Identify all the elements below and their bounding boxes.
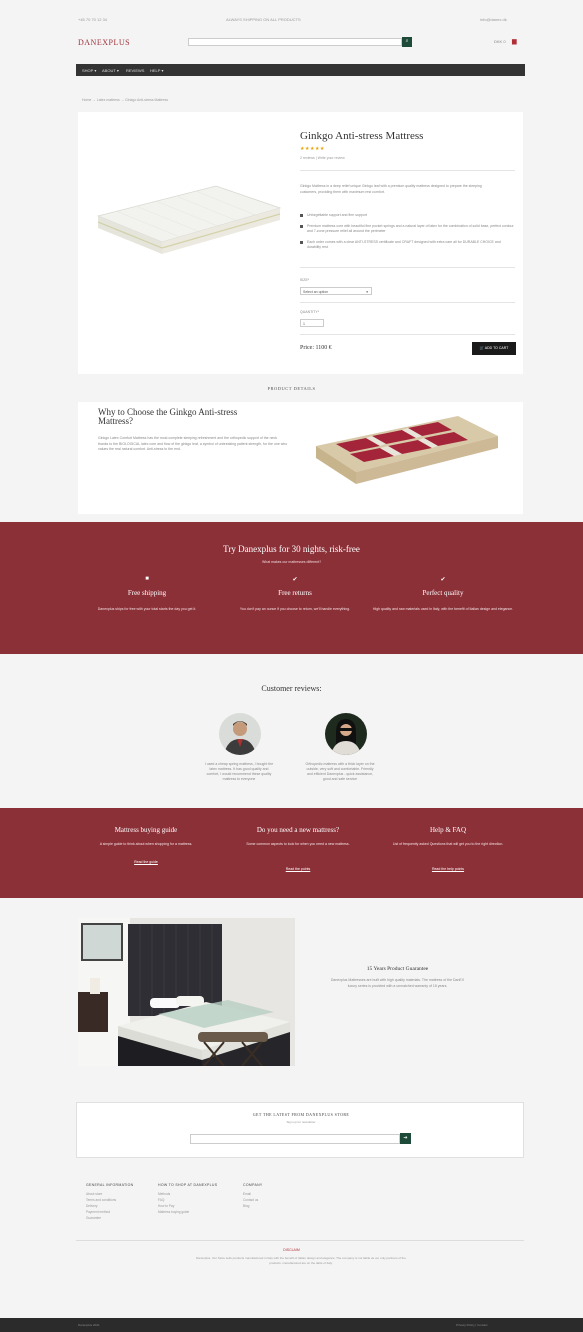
- trial-subtitle: What makes our mattresses different?: [261, 560, 322, 564]
- footer-column-heading: HOW TO SHOP AT DANEXPLUS: [158, 1183, 218, 1187]
- disclaimer-title: DISCLAIM: [283, 1248, 300, 1252]
- footer-link[interactable]: Guarantee: [86, 1216, 101, 1220]
- footer-link[interactable]: How to Pay: [158, 1204, 174, 1208]
- cart-icon[interactable]: ▆: [512, 38, 517, 45]
- guarantee-title: 15 Years Product Guarantee: [366, 966, 429, 972]
- size-select[interactable]: Select an option ▾: [300, 287, 372, 295]
- read-points-link[interactable]: Read the points: [218, 867, 378, 871]
- newsletter-submit-button[interactable]: ➔: [400, 1133, 411, 1144]
- product-title: Ginkgo Anti-stress Mattress: [300, 130, 424, 142]
- product-price: Price: 1100 €: [300, 345, 332, 351]
- read-guide-link[interactable]: Read the guide: [66, 860, 226, 864]
- check-icon: ✔: [440, 577, 446, 583]
- mattress-cutaway-image: [316, 416, 498, 484]
- why-text: Ginkgo Latex Comfort Mattress has the mo…: [98, 436, 288, 451]
- size-label: SIZE*: [300, 278, 310, 282]
- guide-title: Help & FAQ: [429, 826, 467, 834]
- footer-link[interactable]: Delivery: [86, 1204, 98, 1208]
- feature-bullet: Each order comes with a clear ANTI-STRES…: [300, 240, 515, 249]
- search-button[interactable]: ⌕: [402, 37, 412, 47]
- disclaimer-text: Danexplus. Our Store sells products manu…: [196, 1256, 406, 1265]
- arrow-right-icon: ➔: [403, 1136, 408, 1141]
- breadcrumb[interactable]: Home → Latex mattress → Ginkgo Anti-stre…: [82, 98, 168, 102]
- product-description: Ginkgo Mattress in a deep relief unique …: [300, 184, 482, 194]
- footer-link[interactable]: FAQ: [158, 1198, 164, 1202]
- bottom-links[interactable]: Privacy Policy | Contact: [456, 1323, 487, 1327]
- guide-title: Do you need a new mattress?: [256, 826, 340, 834]
- trial-title: Try Danexplus for 30 nights, risk-free: [223, 544, 360, 554]
- review-text: I used a cheap spring mattress, I bought…: [204, 762, 274, 781]
- footer-column-heading: GENERAL INFORMATION: [86, 1183, 134, 1187]
- nav-item-reviews[interactable]: REVIEWS: [126, 68, 144, 73]
- divider: [300, 170, 515, 171]
- guides-band: Mattress buying guide A simple guide to …: [0, 808, 583, 898]
- feature-title: Free shipping: [127, 589, 167, 597]
- footer-column-heading: COMPANY: [243, 1183, 263, 1187]
- newsletter-email-input[interactable]: [190, 1134, 400, 1144]
- chevron-down-icon: ▾: [366, 289, 368, 294]
- why-title: Why to Choose the Ginkgo Anti-stress Mat…: [98, 407, 238, 426]
- size-select-value: Select an option: [303, 289, 329, 294]
- footer-link[interactable]: Email: [243, 1192, 251, 1196]
- main-nav: SHOP ▾ ABOUT ▾ REVIEWS HELP ▾: [76, 64, 525, 76]
- nav-item-about[interactable]: ABOUT ▾: [102, 68, 119, 73]
- copyright: Danexplus 2021: [78, 1323, 100, 1327]
- feature-title: Free returns: [278, 589, 312, 597]
- why-choose-card: Why to Choose the Ginkgo Anti-stress Mat…: [78, 402, 523, 514]
- divider: [300, 267, 515, 268]
- quantity-label: QUANTITY*: [300, 310, 320, 314]
- guide-text: A simple guide to think about when shopp…: [99, 842, 193, 846]
- divider: [300, 334, 515, 335]
- footer-link[interactable]: Mattress buying guide: [158, 1210, 189, 1214]
- email-link[interactable]: info@danex.dk: [480, 17, 507, 22]
- guarantee-text: Danexplus Mattresses are built with high…: [330, 978, 465, 988]
- feature-text: You don't pay an ounce if you choose to …: [239, 607, 351, 611]
- add-to-cart-label: ADD TO CART: [484, 346, 509, 350]
- footer-link[interactable]: About store: [86, 1192, 102, 1196]
- footer-divider: [76, 1240, 524, 1241]
- avatar: [325, 713, 367, 755]
- nav-item-help[interactable]: HELP ▾: [150, 68, 164, 73]
- feature-text: High quality and raw materials used in I…: [372, 607, 514, 611]
- shipping-notice: ALWAYS SHIPPING ON ALL PRODUCTS: [226, 17, 301, 22]
- guide-text: List of frequently asked Questions that …: [392, 842, 504, 846]
- footer-link[interactable]: Terms and conditions: [86, 1198, 116, 1202]
- avatar: [219, 713, 261, 755]
- feature-text: Danexplus ships for free with your total…: [97, 607, 197, 611]
- divider: [300, 302, 515, 303]
- feature-bullet: Premium mattress core with beautiful fin…: [300, 224, 515, 233]
- feature-bullet: Unforgettable support and firm support: [300, 213, 515, 218]
- feature-title: Perfect quality: [422, 589, 464, 597]
- guide-text: Some common aspects to look for when you…: [246, 842, 350, 846]
- bottom-bar: Danexplus 2021 Privacy Policy | Contact: [0, 1318, 583, 1332]
- truck-icon: ■: [145, 576, 149, 582]
- review-text: Orthopedic mattress with a thick layer o…: [305, 762, 375, 781]
- rating-stars: ★★★★★: [300, 147, 325, 152]
- mattress-image: [96, 185, 282, 254]
- footer-link[interactable]: Contact us: [243, 1198, 258, 1202]
- newsletter-subtitle: Sign up for newsletter: [286, 1120, 316, 1124]
- guide-title: Mattress buying guide: [114, 826, 178, 834]
- newsletter-title: GET THE LATEST FROM DANEXPLUS STORE: [252, 1112, 350, 1117]
- nav-item-shop[interactable]: SHOP ▾: [82, 68, 96, 73]
- product-card: Ginkgo Anti-stress Mattress ★★★★★ 2 revi…: [78, 112, 523, 374]
- cart-total[interactable]: DKK 0: [494, 39, 506, 44]
- bedroom-image: [78, 918, 295, 1066]
- newsletter-box: GET THE LATEST FROM DANEXPLUS STORE Sign…: [76, 1102, 524, 1158]
- read-help-link[interactable]: Read the help points: [368, 867, 528, 871]
- quantity-field[interactable]: 1: [300, 319, 324, 327]
- footer-link[interactable]: Methods: [158, 1192, 170, 1196]
- footer-link[interactable]: Blog: [243, 1204, 249, 1208]
- add-to-cart-button[interactable]: 🛒 ADD TO CART: [472, 342, 516, 355]
- site-logo[interactable]: DANEXPLUS: [78, 38, 130, 47]
- footer-link[interactable]: Payment method: [86, 1210, 110, 1214]
- check-icon: ✔: [292, 577, 298, 583]
- reviews-link[interactable]: 2 reviews | Write your review: [300, 156, 345, 160]
- trial-band: Try Danexplus for 30 nights, risk-free W…: [0, 522, 583, 654]
- phone-number: +45 70 70 12 34: [78, 17, 108, 22]
- search-icon: ⌕: [405, 39, 409, 44]
- product-details-heading: PRODUCT DETAILS: [267, 386, 316, 391]
- customer-reviews-title: Customer reviews:: [261, 684, 322, 693]
- search-input[interactable]: [188, 38, 402, 46]
